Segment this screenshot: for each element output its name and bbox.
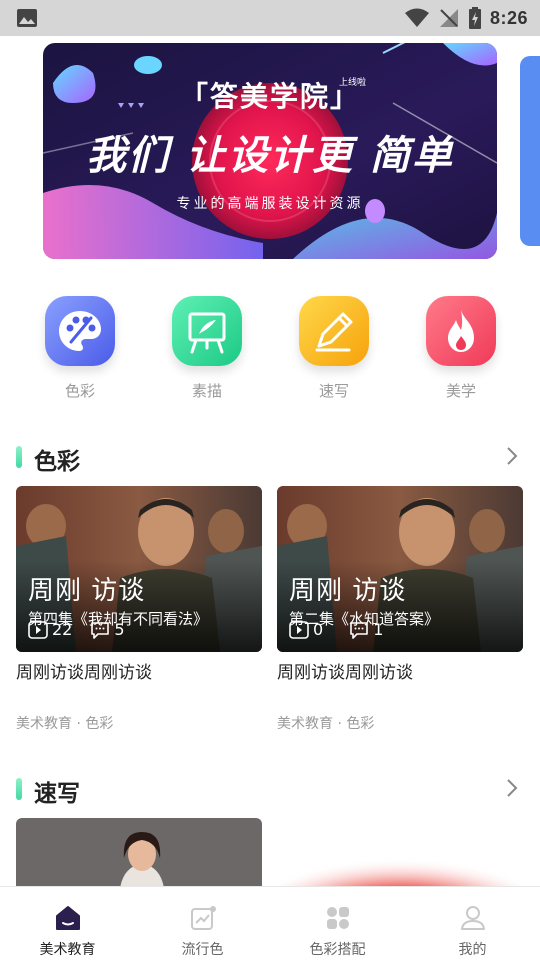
play-count: 22	[52, 620, 73, 639]
house-icon	[55, 906, 80, 930]
tab-trend-colors[interactable]: 流行色	[135, 887, 270, 960]
tab-label: 美术教育	[39, 942, 96, 958]
banner-top-text: 「答美学院」	[179, 80, 360, 113]
banner-headline: 我们 让设计更 简单	[86, 133, 454, 179]
status-bar: 8:26	[0, 0, 540, 36]
flame-icon	[426, 296, 496, 366]
tab-label: 流行色	[181, 942, 224, 958]
video-card[interactable]: 周刚 访谈 第四集《我却有不同看法》 22 5 周刚访谈周刚访谈 美术教育 · …	[16, 486, 262, 733]
trend-chart-icon	[190, 906, 216, 930]
category-label: 色彩	[64, 382, 95, 400]
tab-color-matching[interactable]: 色彩搭配	[270, 887, 405, 960]
app-screen: 8:26 「答美学院」 上线啦 我们 让设计更 简单 专业的高端服装设计资源 色…	[0, 0, 540, 960]
section-accent-bar	[16, 446, 22, 468]
video-stats: 0 1	[289, 620, 383, 639]
category-label: 美学	[445, 382, 476, 400]
play-count: 0	[313, 620, 324, 639]
palette-icon	[45, 296, 115, 366]
banner-tag: 上线啦	[339, 78, 367, 88]
gallery-notification-icon	[17, 9, 37, 27]
next-banner-peek[interactable]	[520, 56, 540, 246]
video-card-partial[interactable]	[277, 818, 523, 888]
comment-count: 5	[114, 620, 125, 639]
category-quick-sketch[interactable]: 速写	[284, 296, 384, 401]
video-meta: 美术教育 · 色彩	[277, 716, 375, 732]
category-aesthetics[interactable]: 美学	[411, 296, 511, 401]
section-accent-bar	[16, 778, 22, 800]
thumbnail-photo	[277, 818, 523, 888]
video-title: 周刚访谈周刚访谈	[277, 663, 413, 683]
grid-dots-icon	[326, 907, 349, 929]
comment-icon	[91, 621, 110, 639]
comment-icon	[350, 621, 368, 639]
clock: 8:26	[489, 7, 528, 28]
video-thumbnail[interactable]: 周刚 访谈 第二集《水知道答案》 0 1	[277, 486, 523, 652]
battery-icon	[468, 7, 481, 29]
tab-label: 我的	[458, 942, 487, 958]
tab-mine[interactable]: 我的	[405, 887, 540, 960]
no-signal-icon	[439, 9, 458, 27]
category-label: 速写	[318, 382, 349, 400]
video-thumbnail[interactable]: 周刚 访谈 第四集《我却有不同看法》 22 5	[16, 486, 262, 652]
chevron-right-icon[interactable]	[500, 444, 524, 468]
play-count-icon	[289, 620, 309, 639]
chevron-right-icon[interactable]	[500, 776, 524, 800]
category-sketch[interactable]: 素描	[157, 296, 257, 401]
tab-label: 色彩搭配	[309, 942, 366, 958]
easel-icon	[172, 296, 242, 366]
category-label: 素描	[191, 382, 222, 400]
section-title: 色彩	[34, 449, 80, 475]
wifi-icon	[404, 8, 429, 27]
banner-subtitle: 专业的高端服装设计资源	[176, 196, 364, 212]
video-card[interactable]: 周刚 访谈 第二集《水知道答案》 0 1 周刚访谈周刚访谈 美术教育 · 色彩	[277, 486, 523, 733]
thumbnail-photo	[16, 818, 262, 888]
video-card-partial[interactable]	[16, 818, 262, 888]
category-color[interactable]: 色彩	[30, 296, 130, 401]
comment-count: 1	[373, 620, 384, 639]
category-row: 色彩 素描 速写 美学	[0, 296, 540, 406]
user-icon	[460, 906, 485, 930]
section-header-color[interactable]: 色彩	[16, 442, 524, 475]
overlay-title: 周刚 访谈	[289, 576, 407, 606]
pencil-icon	[299, 296, 369, 366]
play-count-icon	[28, 620, 48, 639]
video-stats: 22 5	[28, 620, 125, 639]
video-title: 周刚访谈周刚访谈	[16, 663, 152, 683]
video-meta: 美术教育 · 色彩	[16, 716, 114, 732]
section-header-quick-sketch[interactable]: 速写	[16, 774, 524, 807]
tab-art-education[interactable]: 美术教育	[0, 887, 135, 960]
bottom-tab-bar: 美术教育 流行色 色彩搭配 我的	[0, 886, 540, 960]
promo-banner[interactable]: 「答美学院」 上线啦 我们 让设计更 简单 专业的高端服装设计资源	[43, 43, 497, 259]
overlay-title: 周刚 访谈	[28, 576, 146, 606]
section-title: 速写	[34, 781, 80, 807]
